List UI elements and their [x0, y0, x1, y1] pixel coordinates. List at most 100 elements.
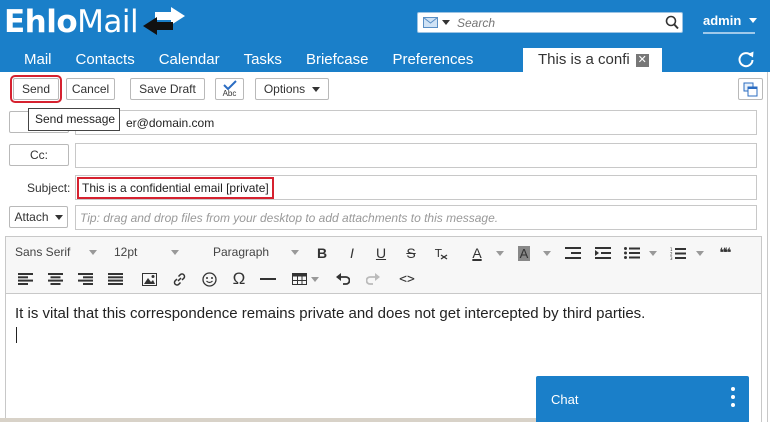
outdent-icon	[565, 247, 581, 259]
numbered-list-button[interactable]: 1 2 3	[666, 242, 690, 264]
chevron-down-icon	[312, 86, 321, 92]
insert-table-button[interactable]	[287, 268, 311, 290]
chevron-down-icon	[89, 249, 98, 255]
align-right-button[interactable]	[73, 268, 97, 290]
numbered-list-icon: 1 2 3	[670, 247, 686, 260]
undo-icon	[336, 273, 350, 285]
emoticon-button[interactable]	[197, 268, 221, 290]
font-family-select[interactable]: Sans Serif	[15, 245, 98, 259]
refresh-icon[interactable]	[736, 49, 756, 69]
horizontal-rule-icon	[260, 278, 276, 280]
clear-format-icon: T	[434, 247, 448, 260]
text-color-button[interactable]: A	[465, 242, 489, 264]
chevron-down-icon[interactable]	[696, 251, 704, 256]
chevron-down-icon[interactable]	[649, 251, 657, 256]
indent-icon	[595, 247, 611, 259]
block-format-select[interactable]: Paragraph	[213, 245, 300, 259]
panel-right-border	[767, 72, 768, 422]
indent-button[interactable]	[591, 242, 615, 264]
attachment-dropzone[interactable]: Tip: drag and drop files from your deskt…	[75, 205, 757, 230]
search-input[interactable]	[457, 15, 662, 30]
search-icon[interactable]	[665, 15, 679, 30]
tab-compose-active[interactable]: This is a confi ✕	[523, 48, 662, 72]
chevron-down-icon[interactable]	[543, 251, 551, 256]
user-menu[interactable]: admin	[703, 13, 758, 28]
envelope-icon[interactable]	[423, 17, 438, 28]
editor-toolbar: Sans Serif 12pt Paragraph B I U S T A A	[6, 237, 761, 294]
chevron-down-icon[interactable]	[311, 277, 319, 282]
attach-button[interactable]: Attach	[9, 206, 68, 228]
tab-calendar[interactable]: Calendar	[151, 48, 228, 72]
tab-preferences[interactable]: Preferences	[384, 48, 481, 72]
more-options-icon[interactable]	[731, 387, 735, 407]
redo-button[interactable]	[361, 268, 385, 290]
desktop-background-strip	[0, 418, 536, 422]
cc-button[interactable]: Cc:	[9, 144, 69, 166]
user-menu-underline	[703, 32, 755, 34]
image-icon	[141, 272, 157, 286]
options-button[interactable]: Options	[255, 78, 329, 100]
cc-field[interactable]	[75, 143, 757, 168]
link-icon	[173, 272, 185, 286]
search-scope-caret-icon[interactable]	[442, 20, 450, 25]
detach-window-icon	[743, 82, 758, 96]
send-button[interactable]: Send	[10, 75, 62, 103]
spellcheck-button[interactable]: Abc	[215, 78, 244, 100]
search-box[interactable]	[417, 12, 683, 33]
source-code-button[interactable]: <>	[395, 268, 419, 290]
close-icon[interactable]: ✕	[635, 53, 649, 67]
ehlomail-logo[interactable]: Ehlo Mail	[4, 2, 187, 42]
chevron-down-icon[interactable]	[496, 251, 504, 256]
redo-icon	[366, 273, 380, 285]
chevron-down-icon	[291, 249, 300, 255]
blockquote-button[interactable]: ❝❝	[712, 242, 736, 264]
align-justify-icon	[107, 273, 123, 285]
tab-tasks[interactable]: Tasks	[236, 48, 290, 72]
text-cursor	[16, 327, 17, 343]
logo-arrows-icon	[143, 7, 186, 35]
tab-contacts[interactable]: Contacts	[68, 48, 143, 72]
chat-label: Chat	[551, 392, 579, 407]
table-icon	[291, 273, 307, 285]
align-center-icon	[47, 273, 63, 285]
clear-format-button[interactable]: T	[429, 242, 453, 264]
insert-image-button[interactable]	[137, 268, 161, 290]
background-color-button[interactable]: A	[512, 242, 536, 264]
font-size-select[interactable]: 12pt	[114, 245, 180, 259]
main-tabs: Mail Contacts Calendar Tasks Briefcase P…	[0, 48, 662, 72]
svg-text:3: 3	[670, 256, 673, 260]
to-field[interactable]: er@domain.com	[75, 110, 757, 135]
tab-briefcase[interactable]: Briefcase	[298, 48, 377, 72]
send-tooltip: Send message	[28, 108, 120, 131]
insert-link-button[interactable]	[167, 268, 191, 290]
align-left-icon	[17, 273, 33, 285]
svg-text:T: T	[434, 247, 442, 260]
detach-window-button[interactable]	[738, 78, 763, 100]
bullet-list-icon	[624, 247, 640, 259]
undo-button[interactable]	[331, 268, 355, 290]
underline-button[interactable]: U	[369, 242, 393, 264]
save-draft-button[interactable]: Save Draft	[130, 78, 205, 100]
message-body[interactable]: It is vital that this correspondence rem…	[15, 305, 645, 322]
align-right-icon	[77, 273, 93, 285]
subject-label: Subject:	[27, 181, 71, 195]
horizontal-rule-button[interactable]	[256, 268, 280, 290]
cancel-button[interactable]: Cancel	[66, 78, 115, 100]
align-left-indent-button[interactable]	[561, 242, 585, 264]
bullet-list-button[interactable]	[620, 242, 644, 264]
subject-text: This is a confidential email [private]	[77, 176, 274, 199]
chat-widget[interactable]: Chat	[536, 376, 749, 422]
special-character-button[interactable]: Ω	[227, 268, 251, 290]
bold-button[interactable]: B	[310, 242, 334, 264]
align-center-button[interactable]	[43, 268, 67, 290]
subject-field[interactable]: This is a confidential email [private]	[75, 175, 757, 200]
italic-button[interactable]: I	[340, 242, 364, 264]
app-header: EhloMail admin Mail Contacts Calendar Ta…	[0, 0, 770, 72]
chevron-down-icon	[54, 214, 63, 220]
align-justify-button[interactable]	[103, 268, 127, 290]
chevron-down-icon	[171, 249, 180, 255]
align-left-button[interactable]	[13, 268, 37, 290]
strikethrough-button[interactable]: S	[399, 242, 423, 264]
smiley-icon	[201, 271, 217, 287]
tab-mail[interactable]: Mail	[16, 48, 60, 72]
